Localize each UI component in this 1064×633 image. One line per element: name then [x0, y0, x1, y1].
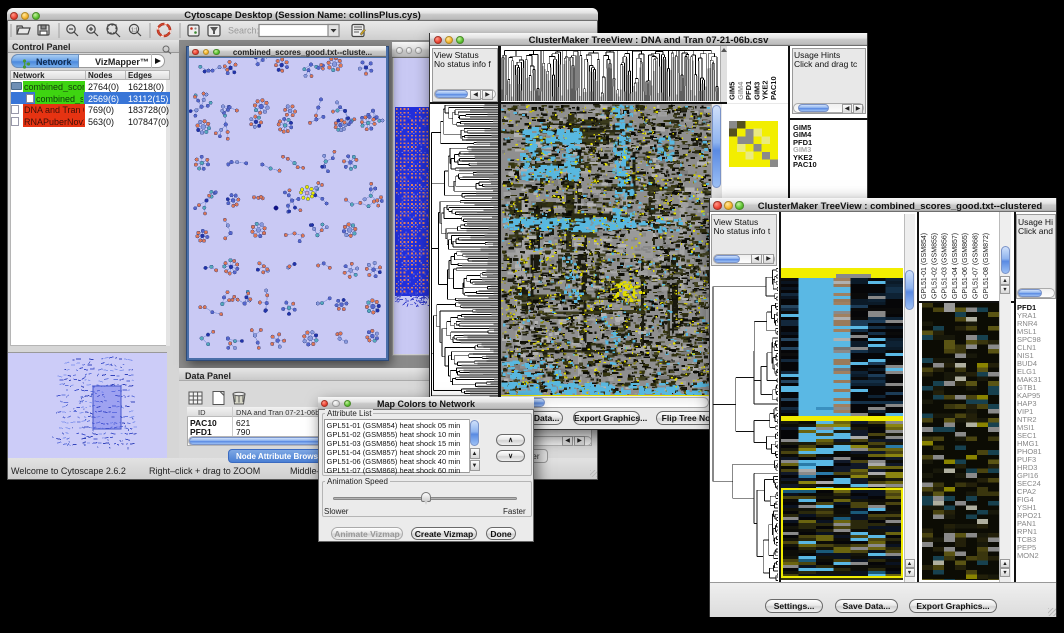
svg-text:GPL51-08 (GSM872): GPL51-08 (GSM872): [983, 233, 990, 299]
svg-text:GPL51-01 (GSM854): GPL51-01 (GSM854): [921, 233, 928, 299]
svg-text:GPL51-07 (GSM868): GPL51-07 (GSM868): [973, 233, 980, 299]
svg-text:GPL51-06 (GSM865): GPL51-06 (GSM865): [962, 233, 969, 299]
svg-text:GPL51-03 (GSM856): GPL51-03 (GSM856): [942, 233, 949, 299]
svg-text:GPL51-02 (GSM855): GPL51-02 (GSM855): [931, 233, 938, 299]
svg-text:Search:: Search:: [228, 26, 259, 36]
svg-text:PAC10: PAC10: [769, 76, 778, 100]
svg-text:GPL51-04 (GSM857): GPL51-04 (GSM857): [952, 233, 959, 299]
svg-text:1:1: 1:1: [131, 28, 138, 34]
